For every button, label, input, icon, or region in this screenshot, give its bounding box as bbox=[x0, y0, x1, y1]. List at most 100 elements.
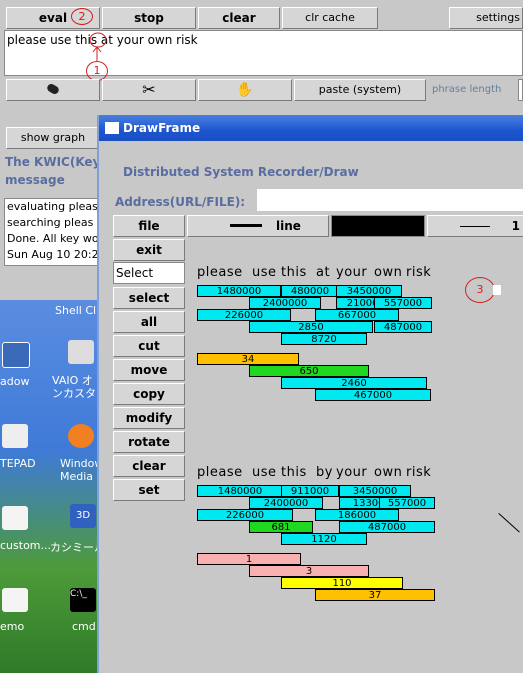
phrase1-frequency-bar[interactable]: 667000 bbox=[315, 309, 399, 321]
line-width-button[interactable]: 1 bbox=[427, 215, 523, 237]
modify-button[interactable]: modify bbox=[113, 407, 185, 429]
phrase2-frequency-bar[interactable]: 110 bbox=[281, 577, 403, 589]
phrase1-frequency-bar[interactable]: 650 bbox=[249, 365, 369, 377]
address-input[interactable] bbox=[257, 189, 523, 211]
address-label: Address(URL/FILE): bbox=[115, 195, 246, 209]
clear-tool-button[interactable]: clear bbox=[113, 455, 185, 477]
show-graph-button[interactable]: show graph bbox=[6, 127, 100, 149]
phrase2-frequency-bar[interactable]: 911000 bbox=[281, 485, 339, 497]
phrase1-frequency-bar[interactable]: 2460 bbox=[281, 377, 427, 389]
stop-button[interactable]: stop bbox=[102, 7, 196, 29]
phrase1-frequency-bar[interactable]: 1480000 bbox=[197, 285, 281, 297]
phrase2-frequency-bar[interactable]: 3 bbox=[249, 565, 369, 577]
phrase1-word: use bbox=[252, 265, 277, 280]
desktop-label: Shell Cl bbox=[55, 304, 97, 317]
doc-icon[interactable] bbox=[2, 588, 28, 612]
phrase2-word: use bbox=[252, 465, 277, 480]
cut-button[interactable]: cut bbox=[113, 335, 185, 357]
phrase2-frequency-bar[interactable]: 226000 bbox=[197, 509, 293, 521]
clear-button[interactable]: clear bbox=[198, 7, 280, 29]
vaio-icon[interactable] bbox=[68, 340, 94, 364]
annotation-3: 3 bbox=[465, 277, 495, 303]
cut-tool-button[interactable]: ✂ bbox=[102, 79, 196, 101]
phrase2-word: by bbox=[316, 465, 333, 480]
window-icon[interactable] bbox=[2, 342, 30, 368]
phrase2-frequency-bar[interactable]: 1120 bbox=[281, 533, 367, 545]
desktop-label: cmd bbox=[72, 620, 96, 633]
phrase1-frequency-bar[interactable]: 2400000 bbox=[249, 297, 321, 309]
desktop-label: custom... bbox=[0, 539, 51, 552]
phrase-length-label: phrase length bbox=[432, 84, 502, 95]
phrase1-frequency-bar[interactable]: 3450000 bbox=[336, 285, 402, 297]
desktop-background: Shell Cl adow VAIO オ ンカスタマ TEPAD Window … bbox=[0, 300, 107, 673]
desktop-label: TEPAD bbox=[0, 457, 36, 470]
settings-button[interactable]: settings bbox=[449, 7, 523, 29]
drawframe-titlebar[interactable]: DrawFrame bbox=[99, 115, 523, 141]
phrase2-frequency-bar[interactable]: 681 bbox=[249, 521, 313, 533]
media-icon[interactable] bbox=[68, 424, 94, 448]
phrase2-word: this bbox=[281, 465, 307, 480]
notepad-icon[interactable] bbox=[2, 424, 28, 448]
erase-tool-button[interactable] bbox=[6, 79, 100, 101]
phrase1-word: please bbox=[197, 265, 243, 280]
line-style-button[interactable]: line bbox=[187, 215, 329, 237]
color-swatch[interactable] bbox=[331, 215, 425, 237]
move-button[interactable]: move bbox=[113, 359, 185, 381]
all-button[interactable]: all bbox=[113, 311, 185, 333]
paste-tool-button[interactable]: ✋ bbox=[198, 79, 292, 101]
phrase1-frequency-bar[interactable]: 226000 bbox=[197, 309, 291, 321]
annotation-2: 2 bbox=[71, 8, 93, 25]
3d-icon[interactable]: 3D bbox=[70, 504, 96, 528]
log-line: searching pleas bbox=[7, 216, 94, 229]
hand-icon: ✋ bbox=[236, 82, 254, 98]
eraser-icon bbox=[45, 82, 61, 96]
phrase2-word: risk bbox=[406, 465, 432, 480]
phrase2-word: please bbox=[197, 465, 243, 480]
line-width-label: 1 bbox=[511, 219, 520, 233]
phrase2-frequency-bar[interactable]: 557000 bbox=[379, 497, 435, 509]
doc-icon[interactable] bbox=[2, 506, 28, 530]
phrase2-frequency-bar[interactable]: 1480000 bbox=[197, 485, 283, 497]
phrase2-frequency-bar[interactable]: 1 bbox=[197, 553, 301, 565]
phrase2-word: your bbox=[336, 465, 368, 480]
phrase2-frequency-bar[interactable]: 487000 bbox=[339, 521, 435, 533]
right-edge-box bbox=[518, 79, 523, 101]
log-line: Done. All key wo bbox=[7, 232, 99, 245]
select-button[interactable]: select bbox=[113, 287, 185, 309]
phrase1-word: at bbox=[316, 265, 331, 280]
exit-button[interactable]: exit bbox=[113, 239, 185, 261]
copy-button[interactable]: copy bbox=[113, 383, 185, 405]
annotation-3-marker bbox=[493, 285, 501, 295]
cmd-icon[interactable]: C:\_ bbox=[70, 588, 96, 612]
desktop-label: adow bbox=[0, 375, 30, 388]
log-line: Sun Aug 10 20:2 bbox=[7, 248, 99, 261]
phrase2-frequency-bar[interactable]: 2400000 bbox=[249, 497, 323, 509]
phrase2-frequency-bar[interactable]: 37 bbox=[315, 589, 435, 601]
mode-select[interactable]: Select bbox=[113, 262, 185, 284]
file-button[interactable]: file bbox=[113, 215, 185, 237]
paste-system-button[interactable]: paste (system) bbox=[294, 79, 426, 101]
phrase1-frequency-bar[interactable]: 34 bbox=[197, 353, 299, 365]
phrase1-frequency-bar[interactable]: 557000 bbox=[374, 297, 432, 309]
set-button[interactable]: set bbox=[113, 479, 185, 501]
phrase1-frequency-bar[interactable]: 2850 bbox=[249, 321, 373, 333]
desktop-label: emo bbox=[0, 620, 25, 633]
log-panel[interactable]: evaluating pleas searching pleas Done. A… bbox=[4, 198, 100, 266]
phrase1-frequency-bar[interactable]: 487000 bbox=[374, 321, 432, 333]
kwic-message-label: message bbox=[5, 173, 65, 187]
clr-cache-button[interactable]: clr cache bbox=[282, 7, 378, 29]
scissors-icon: ✂ bbox=[142, 80, 156, 99]
drawframe-window: DrawFrame Distributed System Recorder/Dr… bbox=[97, 115, 523, 673]
phrase2-frequency-bar[interactable]: 3450000 bbox=[339, 485, 411, 497]
phrase1-frequency-bar[interactable]: 480000 bbox=[281, 285, 339, 297]
diagonal-line-shape[interactable] bbox=[498, 513, 520, 533]
draw-canvas[interactable]: please use this at your own risk 3 14800… bbox=[189, 241, 523, 673]
rotate-button[interactable]: rotate bbox=[113, 431, 185, 453]
phrase2-frequency-bar[interactable]: 186000 bbox=[315, 509, 399, 521]
annotation-1: 1 bbox=[86, 61, 108, 81]
log-line: evaluating pleas bbox=[7, 200, 98, 213]
phrase1-frequency-bar[interactable]: 8720 bbox=[281, 333, 367, 345]
annotation-arrow bbox=[89, 32, 107, 61]
java-window-icon bbox=[105, 122, 119, 134]
phrase1-frequency-bar[interactable]: 467000 bbox=[315, 389, 431, 401]
